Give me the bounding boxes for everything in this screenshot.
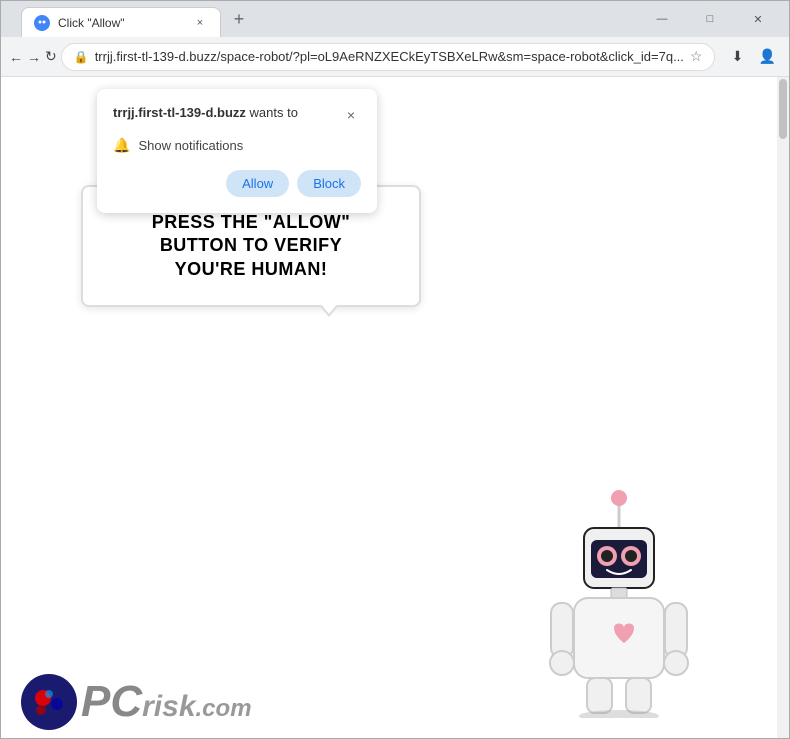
block-button[interactable]: Block	[297, 170, 361, 197]
new-tab-button[interactable]: +	[225, 5, 253, 33]
page-body: trrjj.first-tl-139-d.buzz wants to × 🔔 S…	[1, 77, 789, 738]
dotcom-text: .com	[196, 697, 252, 721]
download-button[interactable]: ⬇	[723, 43, 751, 71]
pcrisk-badge-icon	[21, 674, 77, 730]
url-text: trrjj.first-tl-139-d.buzz/space-robot/?p…	[95, 49, 684, 64]
tab-close-button[interactable]: ×	[192, 15, 208, 31]
popup-title: trrjj.first-tl-139-d.buzz wants to	[113, 105, 298, 122]
bubble-line2: YOU'RE HUMAN!	[175, 259, 328, 279]
tab-strip: Click "Allow" × +	[21, 1, 635, 37]
tab-title: Click "Allow"	[58, 16, 184, 30]
permission-text: Show notifications	[138, 138, 243, 153]
bookmark-icon[interactable]: ☆	[690, 48, 703, 65]
popup-notification-row: 🔔 Show notifications	[113, 137, 361, 154]
content-area: trrjj.first-tl-139-d.buzz wants to × 🔔 S…	[1, 77, 789, 738]
allow-button[interactable]: Allow	[226, 170, 289, 197]
active-tab[interactable]: Click "Allow" ×	[21, 7, 221, 37]
window-buttons: — □ ✕	[639, 3, 781, 35]
maximize-button[interactable]: □	[687, 3, 733, 35]
nav-action-icons: ⬇ 👤 ⋮	[723, 43, 790, 71]
pcrisk-text-group: PC risk .com	[81, 680, 252, 724]
bubble-line1: PRESS THE "ALLOW" BUTTON TO VERIFY	[152, 212, 351, 255]
forward-button[interactable]: →	[27, 43, 41, 71]
scrollbar[interactable]	[777, 77, 789, 738]
tab-favicon-icon	[34, 15, 50, 31]
popup-header: trrjj.first-tl-139-d.buzz wants to ×	[113, 105, 361, 125]
back-button[interactable]: ←	[9, 43, 23, 71]
menu-button[interactable]: ⋮	[783, 43, 790, 71]
popup-site-name: trrjj.first-tl-139-d.buzz	[113, 105, 246, 120]
scrollbar-thumb[interactable]	[779, 79, 787, 139]
close-button[interactable]: ✕	[735, 3, 781, 35]
bubble-text: PRESS THE "ALLOW" BUTTON TO VERIFY YOU'R…	[111, 211, 391, 281]
bell-icon: 🔔	[113, 137, 130, 154]
popup-close-button[interactable]: ×	[341, 105, 361, 125]
address-bar[interactable]: 🔒 trrjj.first-tl-139-d.buzz/space-robot/…	[61, 43, 716, 71]
pc-text: PC	[81, 680, 142, 724]
popup-wants-to: wants to	[246, 105, 298, 120]
chrome-window: Click "Allow" × + — □ ✕ ← → ↻ 🔒 trrjj.fi…	[0, 0, 790, 739]
robot-character	[529, 488, 709, 708]
lock-icon: 🔒	[74, 50, 89, 64]
risk-text: risk	[142, 692, 195, 722]
minimize-button[interactable]: —	[639, 3, 685, 35]
title-bar: Click "Allow" × + — □ ✕	[1, 1, 789, 37]
pcrisk-logo: PC risk .com	[21, 674, 252, 730]
popup-buttons: Allow Block	[113, 170, 361, 197]
notification-popup: trrjj.first-tl-139-d.buzz wants to × 🔔 S…	[97, 89, 377, 213]
refresh-button[interactable]: ↻	[45, 43, 57, 71]
profile-button[interactable]: 👤	[753, 43, 781, 71]
nav-bar: ← → ↻ 🔒 trrjj.first-tl-139-d.buzz/space-…	[1, 37, 789, 77]
